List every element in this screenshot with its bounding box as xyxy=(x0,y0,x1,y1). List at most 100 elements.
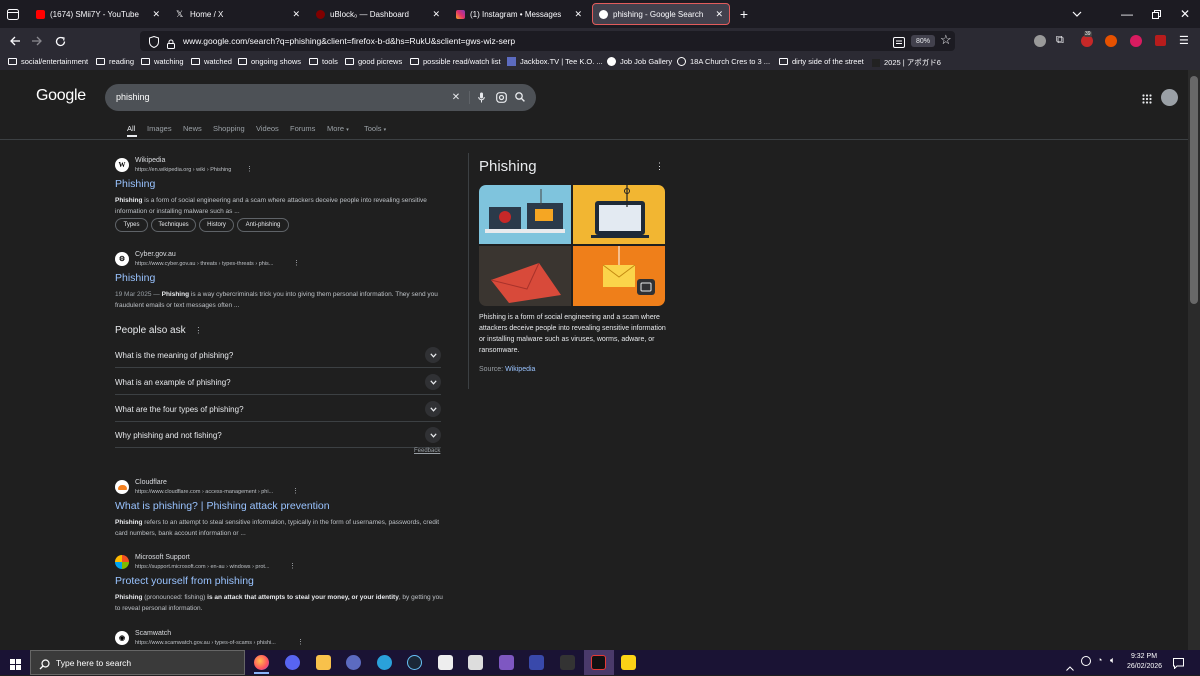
chevron-down-icon[interactable] xyxy=(425,374,441,390)
file-explorer-taskbar-icon[interactable] xyxy=(316,655,331,670)
app-taskbar-icon[interactable] xyxy=(346,655,361,670)
sticky-notes-taskbar-icon[interactable] xyxy=(621,655,636,670)
more-options-icon[interactable]: ⋮ xyxy=(246,165,253,173)
restore-button[interactable] xyxy=(1143,0,1169,28)
account-avatar[interactable] xyxy=(1161,89,1178,106)
tab-list-icon[interactable] xyxy=(0,0,26,28)
url-text[interactable]: www.google.com/search?q=phishing&client=… xyxy=(183,36,515,46)
google-lens-icon[interactable] xyxy=(495,91,507,103)
chevron-down-icon[interactable] xyxy=(425,427,441,443)
tab-videos[interactable]: Videos xyxy=(256,124,279,133)
result-title[interactable]: Protect yourself from phishing xyxy=(115,575,254,587)
app-taskbar-icon[interactable] xyxy=(560,655,575,670)
phishing-image-1[interactable] xyxy=(479,185,571,244)
feedback-link[interactable]: Feedback xyxy=(414,448,440,454)
search-icon[interactable] xyxy=(514,91,526,103)
result-site-name[interactable]: Cyber.gov.au xyxy=(135,251,176,258)
notifications-icon[interactable] xyxy=(1173,656,1184,674)
result-site-name[interactable]: Scamwatch xyxy=(135,630,171,637)
reload-icon[interactable] xyxy=(50,31,70,51)
volume-icon[interactable]: 🔈︎ xyxy=(1110,655,1115,666)
clear-icon[interactable]: ✕ xyxy=(450,91,462,103)
wifi-icon[interactable]: ◔ xyxy=(1097,655,1102,665)
bookmark-link[interactable]: 18A Church Cres to 3 ... xyxy=(677,57,770,66)
close-window-button[interactable]: ✕ xyxy=(1172,0,1198,28)
search-box[interactable]: phishing ✕ xyxy=(105,84,536,111)
phishing-image-3[interactable] xyxy=(479,246,571,306)
more-options-icon[interactable]: ⋮ xyxy=(194,326,202,335)
shield-icon[interactable] xyxy=(149,35,159,53)
microphone-icon[interactable] xyxy=(475,91,487,103)
steam-taskbar-icon[interactable] xyxy=(407,655,422,670)
tab-x[interactable]: 𝕏 Home / X ✕ xyxy=(170,3,306,25)
close-tab-icon[interactable]: ✕ xyxy=(432,9,440,20)
paa-question[interactable]: What are the four types of phishing? xyxy=(115,396,441,422)
app-taskbar-icon[interactable] xyxy=(468,655,483,670)
result-site-name[interactable]: Cloudflare xyxy=(135,479,167,486)
reader-view-icon[interactable] xyxy=(893,35,905,53)
more-options-icon[interactable]: ⋮ xyxy=(293,259,300,267)
chip-anti-phishing[interactable]: Anti-phishing xyxy=(237,218,289,232)
result-site-name[interactable]: Microsoft Support xyxy=(135,554,190,561)
telegram-taskbar-icon[interactable] xyxy=(377,655,392,670)
app-taskbar-icon[interactable] xyxy=(499,655,514,670)
forward-arrow-icon[interactable] xyxy=(27,31,47,51)
search-input[interactable]: phishing xyxy=(116,92,150,102)
scrollbar-thumb[interactable] xyxy=(1190,76,1198,304)
taskbar-search-box[interactable]: Type here to search xyxy=(30,650,245,675)
paa-question[interactable]: What is an example of phishing? xyxy=(115,369,441,395)
taskbar-clock[interactable]: 9:32 PM 26/02/2026 xyxy=(1127,652,1162,672)
chevron-down-icon[interactable] xyxy=(425,401,441,417)
tab-more[interactable]: More ▾ xyxy=(327,124,349,133)
extension-icon-5[interactable] xyxy=(1155,35,1166,46)
bookmark-folder[interactable]: dirty side of the street xyxy=(779,57,864,66)
bookmark-folder[interactable]: ongoing shows xyxy=(238,57,301,66)
result-url[interactable]: https://www.scamwatch.gov.au › types-of-… xyxy=(135,640,276,646)
hamburger-menu-icon[interactable]: ☰ xyxy=(1179,34,1189,47)
bookmark-folder[interactable]: tools xyxy=(309,57,338,66)
bookmark-folder[interactable]: good picrews xyxy=(345,57,402,66)
bookmark-folder[interactable]: possible read/watch list xyxy=(410,57,501,66)
zoom-indicator[interactable]: 80% xyxy=(911,35,935,47)
chip-techniques[interactable]: Techniques xyxy=(151,218,196,232)
knowledge-panel-images[interactable] xyxy=(479,185,665,306)
bookmark-folder[interactable]: social/entertainment xyxy=(8,57,88,66)
source-link[interactable]: Wikipedia xyxy=(505,366,535,373)
close-tab-icon[interactable]: ✕ xyxy=(574,9,582,20)
bookmark-link[interactable]: Job Job Gallery xyxy=(607,57,672,66)
close-tab-icon[interactable]: ✕ xyxy=(152,9,160,20)
more-options-icon[interactable]: ⋮ xyxy=(655,161,664,172)
bookmark-link[interactable]: 2025 | アポガド6 xyxy=(872,57,941,68)
bookmark-star-icon[interactable]: ☆ xyxy=(940,33,952,47)
tab-forums[interactable]: Forums xyxy=(290,124,315,133)
tab-news[interactable]: News xyxy=(183,124,202,133)
chevron-down-icon[interactable] xyxy=(425,347,441,363)
result-url[interactable]: https://support.microsoft.com › en-au › … xyxy=(135,564,270,570)
tab-tools[interactable]: Tools ▾ xyxy=(364,124,386,133)
tab-all[interactable]: All xyxy=(127,124,135,133)
google-apps-icon[interactable] xyxy=(1142,91,1152,109)
close-tab-icon[interactable]: ✕ xyxy=(292,9,300,20)
app-taskbar-icon[interactable] xyxy=(529,655,544,670)
more-options-icon[interactable]: ⋮ xyxy=(289,562,296,570)
bookmark-folder[interactable]: watching xyxy=(141,57,184,66)
app-taskbar-icon[interactable] xyxy=(438,655,453,670)
result-url[interactable]: https://www.cyber.gov.au › threats › typ… xyxy=(135,261,273,267)
paa-question[interactable]: What is the meaning of phishing? xyxy=(115,342,441,368)
bookmark-link[interactable]: Jackbox.TV | Tee K.O. ... xyxy=(507,57,603,66)
chip-types[interactable]: Types xyxy=(115,218,148,232)
tab-shopping[interactable]: Shopping xyxy=(213,124,245,133)
tab-ublock[interactable]: uBlock₀ — Dashboard ✕ xyxy=(310,3,446,25)
google-logo[interactable]: Google xyxy=(36,87,86,105)
app-taskbar-icon[interactable] xyxy=(591,655,606,670)
tab-google-search[interactable]: phishing - Google Search ✕ xyxy=(592,3,730,25)
extension-icon-1[interactable] xyxy=(1034,35,1046,47)
phishing-image-4[interactable] xyxy=(573,246,665,306)
address-bar[interactable]: www.google.com/search?q=phishing&client=… xyxy=(140,31,955,51)
extension-icon-3[interactable] xyxy=(1105,35,1117,47)
back-arrow-icon[interactable] xyxy=(5,31,25,51)
result-url[interactable]: https://www.cloudflare.com › access-mana… xyxy=(135,489,273,495)
result-title[interactable]: Phishing xyxy=(115,178,155,190)
result-site-name[interactable]: Wikipedia xyxy=(135,157,165,164)
extensions-puzzle-icon[interactable]: ⧉ xyxy=(1056,34,1064,47)
